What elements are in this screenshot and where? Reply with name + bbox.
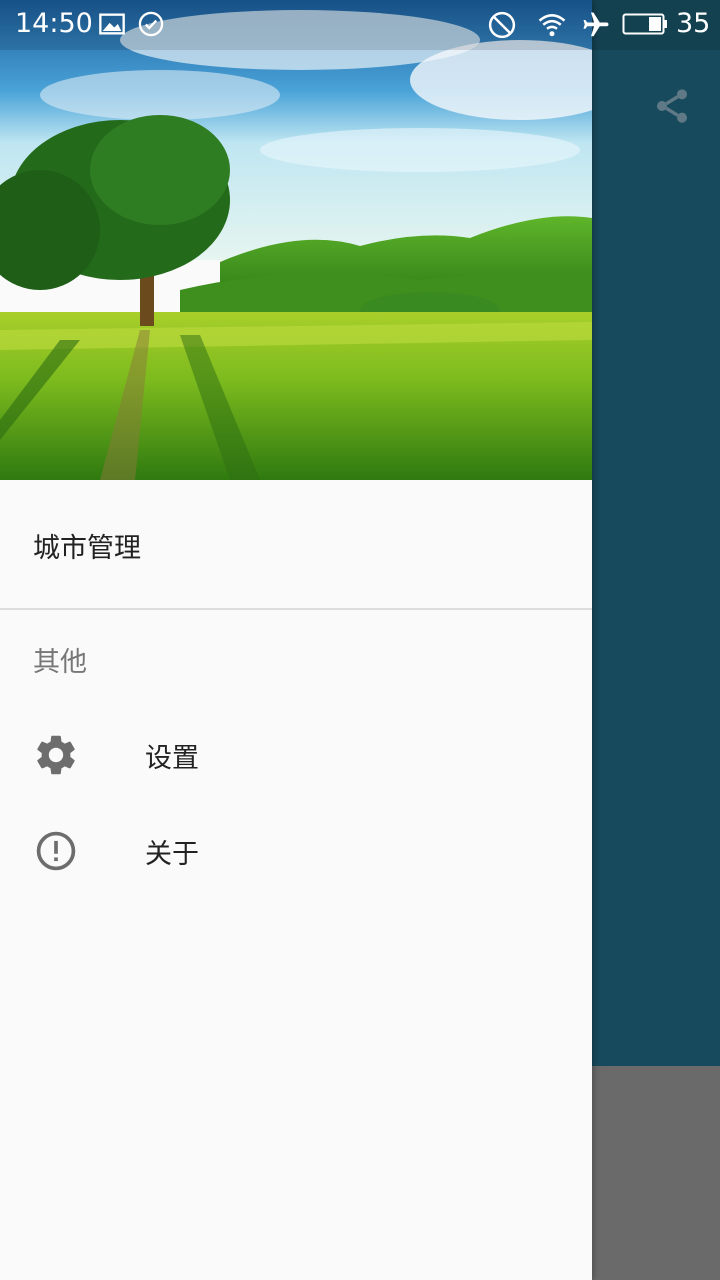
- status-time: 14:50: [15, 8, 93, 39]
- screen: 城市管理 其他 设置 关于 14:50 35: [0, 0, 720, 1280]
- battery-percentage: 35: [676, 8, 711, 39]
- wifi-icon: [538, 14, 566, 37]
- info-circle-icon: [32, 827, 80, 875]
- image-icon: [99, 13, 125, 35]
- drawer-item-city-management[interactable]: 城市管理: [0, 497, 592, 593]
- status-bar: 14:50 35: [0, 0, 720, 50]
- share-icon: [657, 89, 687, 123]
- battery-icon: [622, 13, 667, 35]
- divider: [0, 608, 592, 610]
- drawer-item-label: 关于: [145, 838, 199, 870]
- drawer-item-about[interactable]: 关于: [0, 803, 592, 899]
- navigation-drawer: 城市管理 其他 设置 关于: [0, 0, 592, 1280]
- check-circle-icon: [138, 11, 164, 37]
- section-title-other: 其他: [33, 647, 87, 678]
- drawer-item-label: 设置: [145, 742, 199, 774]
- share-button[interactable]: [648, 82, 696, 130]
- landscape-image: [0, 0, 592, 480]
- airplane-icon: [583, 12, 609, 37]
- drawer-header-image: [0, 0, 592, 480]
- drawer-item-settings[interactable]: 设置: [0, 707, 592, 803]
- drawer-item-label: 城市管理: [33, 532, 141, 564]
- gear-icon: [32, 731, 80, 779]
- do-not-disturb-icon: [488, 11, 516, 39]
